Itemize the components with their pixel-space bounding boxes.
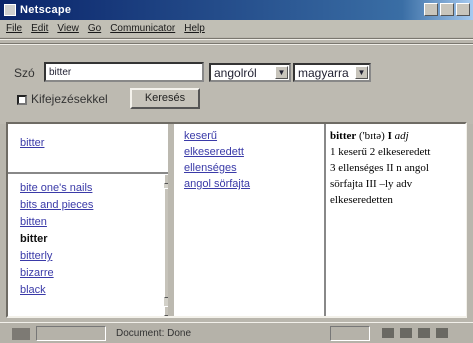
maximize-button[interactable] (440, 3, 454, 16)
progress-cell (36, 326, 106, 341)
chevron-down-icon: ▼ (355, 66, 368, 79)
entry-line: 1 keserű 2 elkeseredett (330, 146, 431, 158)
word-list-pane: bite one's nails bits and pieces bitten … (8, 174, 164, 316)
status-cell (330, 326, 370, 341)
matched-word-link[interactable]: bitter (20, 137, 44, 149)
target-language-value: magyarra (298, 66, 349, 80)
phrases-label: Kifejezésekkel (31, 92, 108, 106)
status-text: Document: Done (116, 328, 192, 339)
menu-divider (0, 38, 473, 40)
dictionary-entry: bitter ('bɪtə) I adj 1 keserű 2 elkesere… (330, 128, 462, 208)
entry-pane: bitter ('bɪtə) I adj 1 keserű 2 elkesere… (326, 124, 466, 316)
translation-link[interactable]: angol sörfajta (184, 176, 250, 192)
close-button[interactable] (456, 3, 470, 16)
list-item[interactable]: bite one's nails (20, 180, 93, 197)
list-item-current[interactable]: bitter (20, 231, 93, 248)
word-input[interactable] (44, 62, 204, 82)
translation-link[interactable]: keserű (184, 128, 250, 144)
menu-view[interactable]: View (57, 23, 79, 34)
list-item[interactable]: bitten (20, 214, 93, 231)
list-item[interactable]: bizarre (20, 265, 93, 282)
component-bar-icon[interactable] (382, 328, 394, 338)
menu-communicator[interactable]: Communicator (110, 23, 175, 34)
entry-pos: adj (394, 130, 409, 142)
entry-line: 3 ellenséges II n angol (330, 162, 429, 174)
status-bar: Document: Done (0, 322, 473, 343)
discussion-icon[interactable] (418, 328, 430, 338)
browser-window: Netscape File Edit View Go Communicator … (0, 0, 473, 343)
menu-edit[interactable]: Edit (31, 23, 48, 34)
phrases-checkbox[interactable] (17, 95, 27, 105)
window-title: Netscape (20, 4, 72, 16)
composer-icon[interactable] (436, 328, 448, 338)
search-button[interactable]: Keresés (130, 88, 200, 109)
entry-pos-number: I (387, 130, 392, 142)
target-language-select[interactable]: magyarra ▼ (293, 63, 371, 82)
security-lock-icon[interactable] (12, 328, 30, 340)
entry-line: elkeseredetten (330, 194, 393, 206)
translations-pane: keserű elkeseredett ellenséges angol sör… (174, 124, 324, 316)
entry-pronunciation: ('bɪtə) (359, 130, 385, 142)
translation-link[interactable]: elkeseredett (184, 144, 250, 160)
toolbar-divider (0, 43, 473, 45)
title-bar: Netscape (0, 0, 473, 20)
source-language-value: angolról (214, 66, 257, 80)
list-item[interactable]: black (20, 282, 93, 299)
word-label: Szó (14, 66, 35, 80)
menu-go[interactable]: Go (88, 23, 101, 34)
chevron-down-icon: ▼ (275, 66, 288, 79)
matched-word-pane: bitter (8, 124, 168, 174)
dictionary-form: Szó angolról ▼ magyarra ▼ Kifejezésekkel… (0, 46, 473, 124)
source-language-select[interactable]: angolról ▼ (209, 63, 291, 82)
list-item[interactable]: bitterly (20, 248, 93, 265)
entry-line: sörfajta III –ly adv (330, 178, 413, 190)
minimize-button[interactable] (424, 3, 438, 16)
translation-link[interactable]: ellenséges (184, 160, 250, 176)
list-item[interactable]: bits and pieces (20, 197, 93, 214)
mail-icon[interactable] (400, 328, 412, 338)
menu-bar: File Edit View Go Communicator Help (0, 20, 473, 37)
entry-headword: bitter (330, 130, 357, 142)
menu-file[interactable]: File (6, 23, 22, 34)
menu-help[interactable]: Help (184, 23, 205, 34)
netscape-icon (4, 4, 16, 16)
